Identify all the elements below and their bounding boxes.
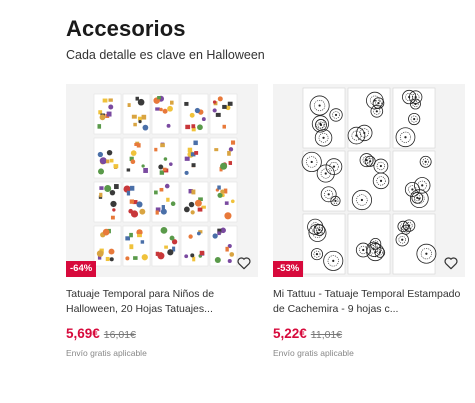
product-card[interactable]: -64% Tatuaje Temporal para Niños de Hall… [66, 84, 258, 358]
product-card[interactable]: -53% Mi Tattuu - Tatuaje Temporal Estamp… [273, 84, 465, 358]
discount-badge: -64% [66, 261, 97, 277]
product-title[interactable]: Tatuaje Temporal para Niños de Halloween… [66, 287, 258, 317]
price-row: 5,22€ 11,01€ [273, 326, 465, 341]
halloween-tattoo-sheets-image [66, 84, 258, 277]
price-current: 5,22€ [273, 326, 307, 341]
product-title[interactable]: Mi Tattuu - Tatuaje Temporal Estampado d… [273, 287, 465, 317]
price-current: 5,69€ [66, 326, 100, 341]
price-row: 5,69€ 16,01€ [66, 326, 258, 341]
heart-icon[interactable] [236, 255, 252, 271]
price-old: 16,01€ [103, 329, 136, 341]
price-old: 11,01€ [310, 329, 343, 341]
product-image[interactable]: -53% [273, 84, 465, 277]
product-image[interactable]: -64% [66, 84, 258, 277]
section-subtitle: Cada detalle es clave en Halloween [66, 48, 265, 62]
shipping-note: Envío gratis aplicable [273, 348, 354, 358]
shipping-note: Envío gratis aplicable [66, 348, 147, 358]
section-title: Accesorios [66, 16, 186, 41]
discount-badge: -53% [273, 261, 304, 277]
heart-icon[interactable] [443, 255, 459, 271]
paisley-tattoo-sheets-image [273, 84, 465, 277]
